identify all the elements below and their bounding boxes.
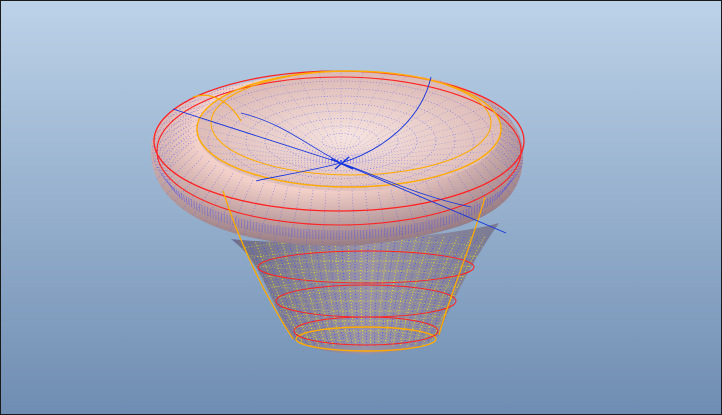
model-scene[interactable] bbox=[1, 1, 721, 414]
cad-3d-viewport[interactable] bbox=[0, 0, 722, 415]
